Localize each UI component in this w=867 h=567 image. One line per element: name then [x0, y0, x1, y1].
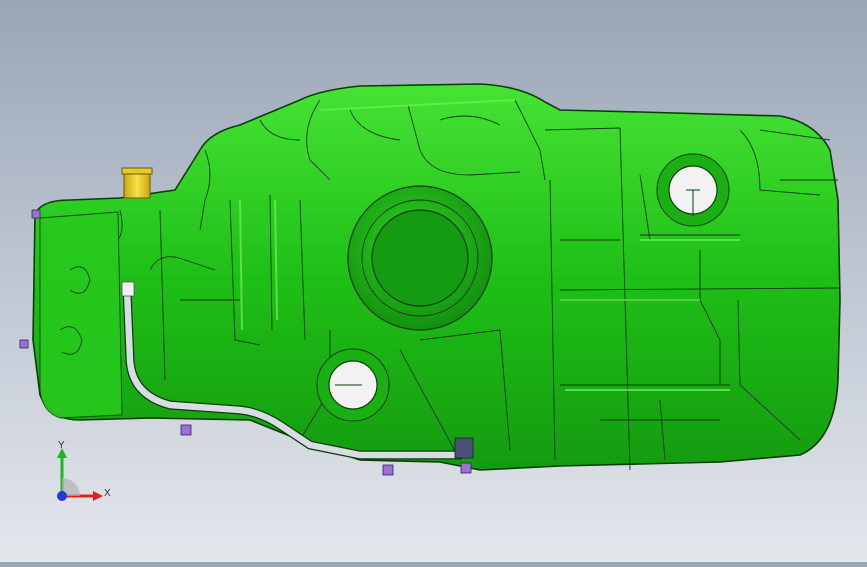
- x-axis-label: X: [104, 488, 111, 499]
- filler-cap[interactable]: [121, 167, 153, 199]
- fuel-tank-model[interactable]: [0, 0, 867, 562]
- fastener-4: [31, 209, 41, 219]
- z-axis-dot: [57, 491, 67, 501]
- fastener-5: [19, 339, 29, 349]
- tank-left-lobe: [39, 211, 123, 419]
- 3d-viewport[interactable]: Y X: [0, 0, 867, 562]
- fastener-1: [180, 424, 192, 436]
- pump-flange[interactable]: [371, 209, 469, 307]
- port-left[interactable]: [316, 348, 390, 422]
- fastener-2: [382, 464, 394, 476]
- port-right[interactable]: [656, 153, 730, 227]
- fastener-3: [460, 462, 472, 474]
- axis-triad: Y X: [40, 438, 130, 518]
- y-axis-label: Y: [58, 440, 65, 451]
